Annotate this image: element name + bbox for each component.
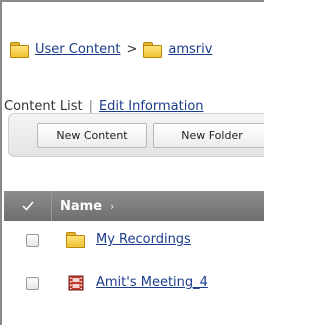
checkmark-icon <box>21 201 34 211</box>
item-link[interactable]: My Recordings <box>96 232 191 247</box>
new-content-button[interactable]: New Content <box>37 123 147 148</box>
name-header-label: Name <box>60 198 103 214</box>
name-column-header[interactable]: Name › <box>60 191 114 221</box>
tab-content-list[interactable]: Content List <box>4 99 83 114</box>
new-folder-button[interactable]: New Folder <box>153 123 264 148</box>
folder-icon <box>10 41 29 58</box>
view-tabs: Content List | Edit Information <box>4 99 204 114</box>
folder-icon <box>143 41 163 58</box>
table-header: Name › <box>4 191 264 221</box>
table-row: Amit's Meeting_4 <box>4 270 264 297</box>
meeting-recording-icon <box>68 275 84 291</box>
breadcrumb-separator: > <box>126 41 138 57</box>
breadcrumb-amsriv-link[interactable]: amsriv <box>168 42 212 57</box>
row-checkbox[interactable] <box>26 277 39 290</box>
item-link[interactable]: Amit's Meeting_4 <box>96 275 208 290</box>
meeting-recording-icon-wrap <box>68 275 84 295</box>
folder-icon <box>66 232 85 248</box>
row-checkbox[interactable] <box>26 234 39 247</box>
breadcrumb: User Content > amsriv <box>10 38 264 60</box>
tab-separator: | <box>88 99 93 114</box>
sort-arrow-icon: › <box>110 199 115 213</box>
select-all-checkbox[interactable] <box>4 191 52 221</box>
action-toolbar: New Content New Folder <box>8 113 264 157</box>
table-row: My Recordings <box>4 227 264 254</box>
tab-edit-information[interactable]: Edit Information <box>99 99 204 114</box>
content-panel: User Content > amsriv Content List | Edi… <box>0 0 264 325</box>
folder-icon-wrap <box>66 232 85 251</box>
breadcrumb-user-content-link[interactable]: User Content <box>35 42 120 57</box>
